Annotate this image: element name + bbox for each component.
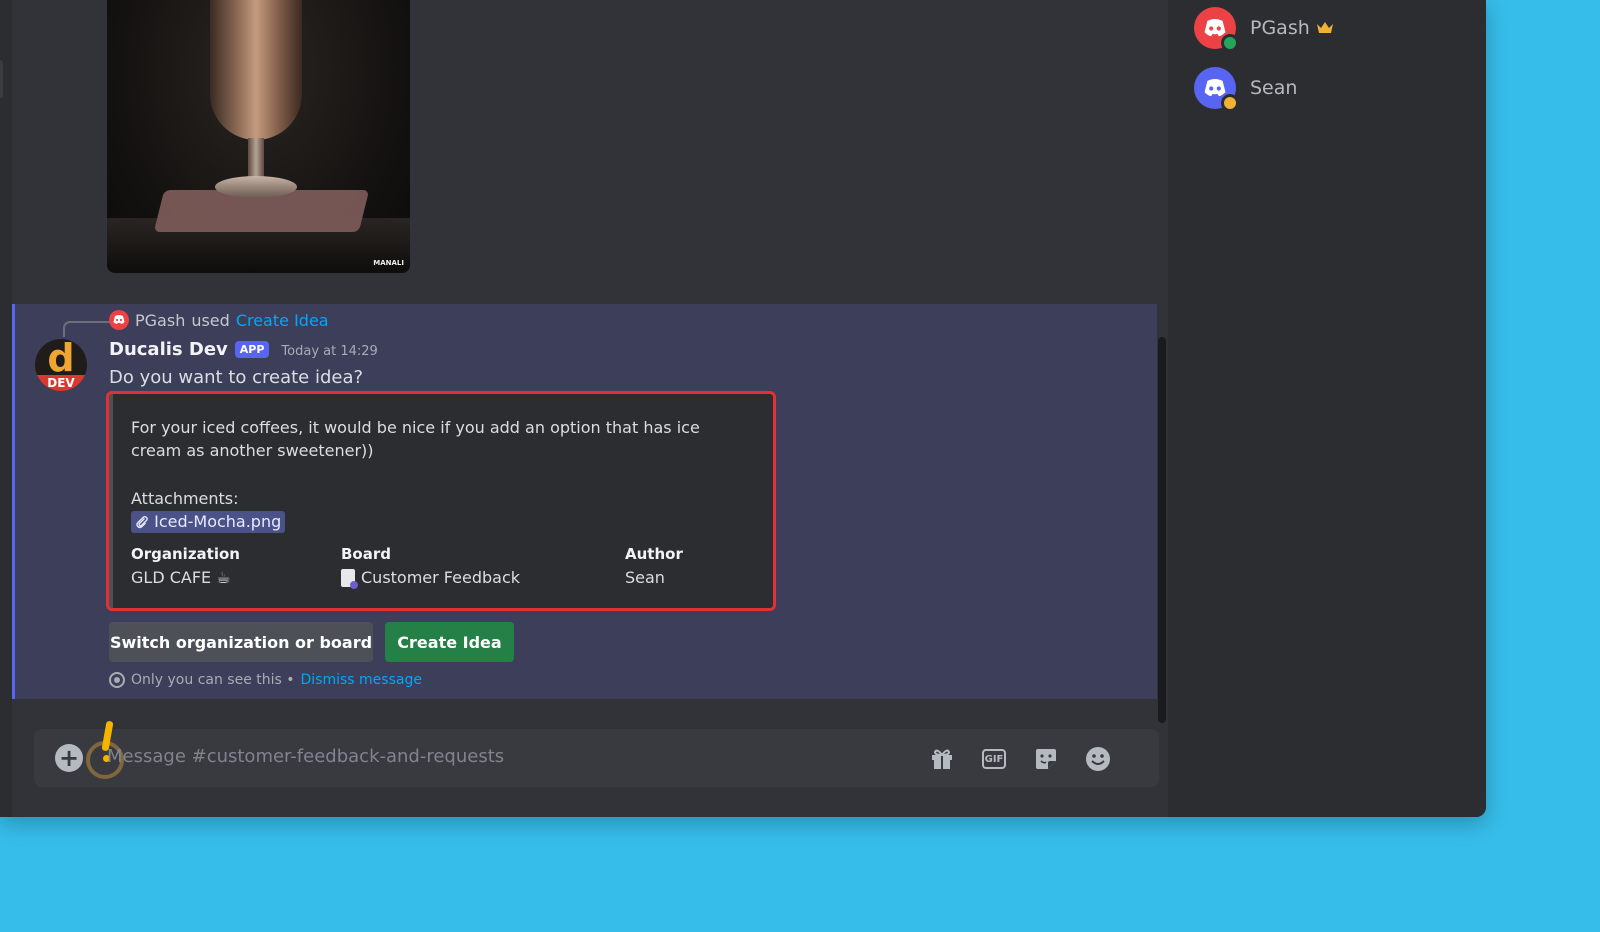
server-list-edge — [0, 0, 12, 817]
bot-message: PGash used Create Idea d DEV Ducalis Dev… — [12, 304, 1157, 699]
chat-area: MANALI PGash used Create Idea d DEV Duca… — [12, 0, 1168, 817]
reply-user[interactable]: PGash — [135, 311, 185, 330]
bot-avatar[interactable]: d DEV — [35, 339, 87, 391]
online-status-icon — [1221, 34, 1239, 52]
field-name: Author — [625, 545, 683, 563]
gift-icon[interactable] — [928, 745, 956, 773]
avatar — [1194, 67, 1239, 112]
attachment-filename: Iced-Mocha.png — [154, 512, 282, 531]
image-attachment[interactable]: MANALI — [107, 0, 410, 273]
reply-context[interactable]: PGash used Create Idea — [109, 310, 329, 330]
reply-verb: used — [191, 310, 230, 330]
gif-icon[interactable]: GIF — [980, 745, 1008, 773]
discord-logo-icon — [1204, 18, 1226, 36]
message-text: Do you want to create idea? — [109, 367, 364, 388]
field-value: GLD CAFE ☕ — [131, 568, 231, 587]
dismiss-message-link[interactable]: Dismiss message — [301, 672, 422, 688]
member-name: Sean — [1250, 77, 1298, 99]
discord-logo-icon — [1204, 78, 1226, 96]
discord-window: MANALI PGash used Create Idea d DEV Duca… — [0, 0, 1486, 817]
crown-icon — [1316, 22, 1333, 33]
attachment-link[interactable]: Iced-Mocha.png — [131, 511, 286, 533]
field-organization: Organization GLD CAFE ☕ — [131, 545, 240, 587]
field-value-row: Customer Feedback — [341, 568, 520, 589]
scrollbar-thumb[interactable] — [1158, 337, 1166, 723]
embed-description: For your iced coffees, it would be nice … — [131, 418, 700, 460]
paperclip-icon — [136, 516, 148, 529]
avatar-tag: DEV — [35, 375, 87, 391]
server-pill — [0, 60, 3, 98]
avatar-letter: d — [47, 339, 75, 380]
create-idea-button[interactable]: Create Idea — [385, 622, 514, 662]
timestamp: Today at 14:29 — [281, 344, 378, 359]
emoji-icon[interactable] — [1084, 745, 1112, 773]
idle-status-icon — [1221, 94, 1239, 112]
reply-command[interactable]: Create Idea — [236, 311, 329, 330]
member-list: PGash Sean — [1168, 0, 1486, 817]
ephemeral-notice: Only you can see this • Dismiss message — [109, 672, 422, 688]
image-watermark: MANALI — [373, 259, 404, 267]
sticker-icon[interactable] — [1032, 745, 1060, 773]
eye-icon — [109, 672, 125, 688]
field-author: Author Sean — [625, 545, 683, 587]
field-value: Customer Feedback — [361, 568, 520, 587]
photo-glass — [210, 0, 302, 140]
switch-org-board-button[interactable]: Switch organization or board — [109, 622, 373, 662]
gif-label: GIF — [982, 749, 1006, 769]
document-icon — [341, 568, 358, 589]
member-item-sean[interactable]: Sean — [1194, 67, 1298, 112]
ephemeral-text: Only you can see this • — [131, 672, 295, 688]
photo-glass-stem — [248, 138, 264, 178]
field-name: Organization — [131, 545, 240, 563]
field-board: Board Customer Feedback — [341, 545, 520, 589]
member-name: PGash — [1250, 17, 1310, 39]
author-name[interactable]: Ducalis Dev — [109, 339, 228, 360]
member-item-pgash[interactable]: PGash — [1194, 7, 1334, 52]
message-header: Ducalis Dev APP Today at 14:29 — [109, 339, 378, 360]
avatar — [1194, 7, 1239, 52]
field-name: Board — [341, 545, 391, 563]
plus-icon[interactable]: + — [55, 744, 83, 772]
message-input[interactable]: Message #customer-feedback-and-requests — [107, 746, 504, 767]
attachments-label: Attachments: — [131, 489, 239, 508]
field-value: Sean — [625, 568, 665, 587]
photo-glass-foot — [215, 176, 297, 198]
reply-connector — [63, 321, 111, 337]
discord-avatar-icon — [109, 310, 129, 330]
idea-embed: For your iced coffees, it would be nice … — [106, 391, 776, 611]
app-badge: APP — [234, 341, 270, 358]
message-composer[interactable]: + Message #customer-feedback-and-request… — [34, 720, 1159, 787]
